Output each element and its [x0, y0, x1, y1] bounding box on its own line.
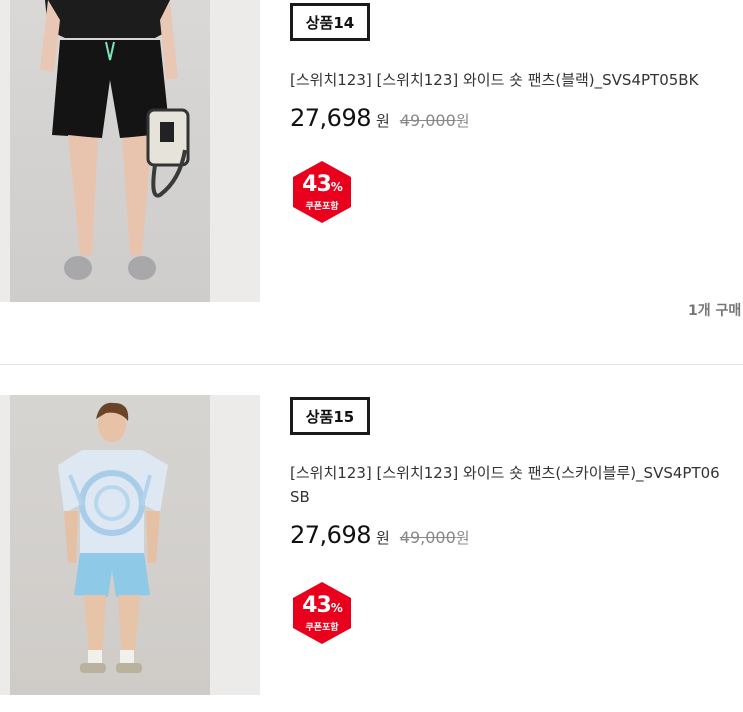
purchase-count: 1개 구매 [688, 303, 742, 319]
product-photo[interactable] [10, 0, 210, 302]
discount-rate: 43% [302, 593, 343, 618]
product-image[interactable] [0, 0, 260, 302]
sale-price: 27,698 [290, 104, 371, 132]
currency-unit: 원 [375, 529, 390, 547]
product-number-label: 상품15 [290, 397, 370, 435]
discount-badge: 43% 쿠폰포함 [290, 581, 354, 645]
product-name[interactable]: [스위치123] [스위치123] 와이드 숏 팬츠(블랙)_SVS4PT05B… [290, 68, 720, 92]
discount-rate: 43% [302, 172, 343, 197]
currency-unit: 원 [375, 112, 390, 130]
product-card: 상품15 [스위치123] [스위치123] 와이드 숏 팬츠(스카이블루)_S… [0, 364, 743, 712]
product-photo[interactable] [10, 395, 210, 695]
product-number-label: 상품14 [290, 3, 370, 41]
product-image[interactable] [0, 395, 260, 695]
model-illustration [40, 0, 190, 280]
coupon-included-text: 쿠폰포함 [305, 623, 339, 633]
product-name[interactable]: [스위치123] [스위치123] 와이드 숏 팬츠(스카이블루)_SVS4PT… [290, 461, 720, 509]
original-currency-unit: 원 [455, 112, 470, 130]
original-price: 49,000 [399, 111, 456, 130]
sale-price: 27,698 [290, 521, 371, 549]
model-illustration [58, 402, 168, 673]
original-currency-unit: 원 [455, 529, 470, 547]
price-row: 27,698 원 49,000 원 [290, 521, 470, 549]
original-price: 49,000 [399, 528, 456, 547]
price-row: 27,698 원 49,000 원 [290, 104, 470, 132]
coupon-included-text: 쿠폰포함 [305, 202, 339, 212]
product-card: 상품14 [스위치123] [스위치123] 와이드 숏 팬츠(블랙)_SVS4… [0, 0, 743, 364]
discount-badge: 43% 쿠폰포함 [290, 160, 354, 224]
